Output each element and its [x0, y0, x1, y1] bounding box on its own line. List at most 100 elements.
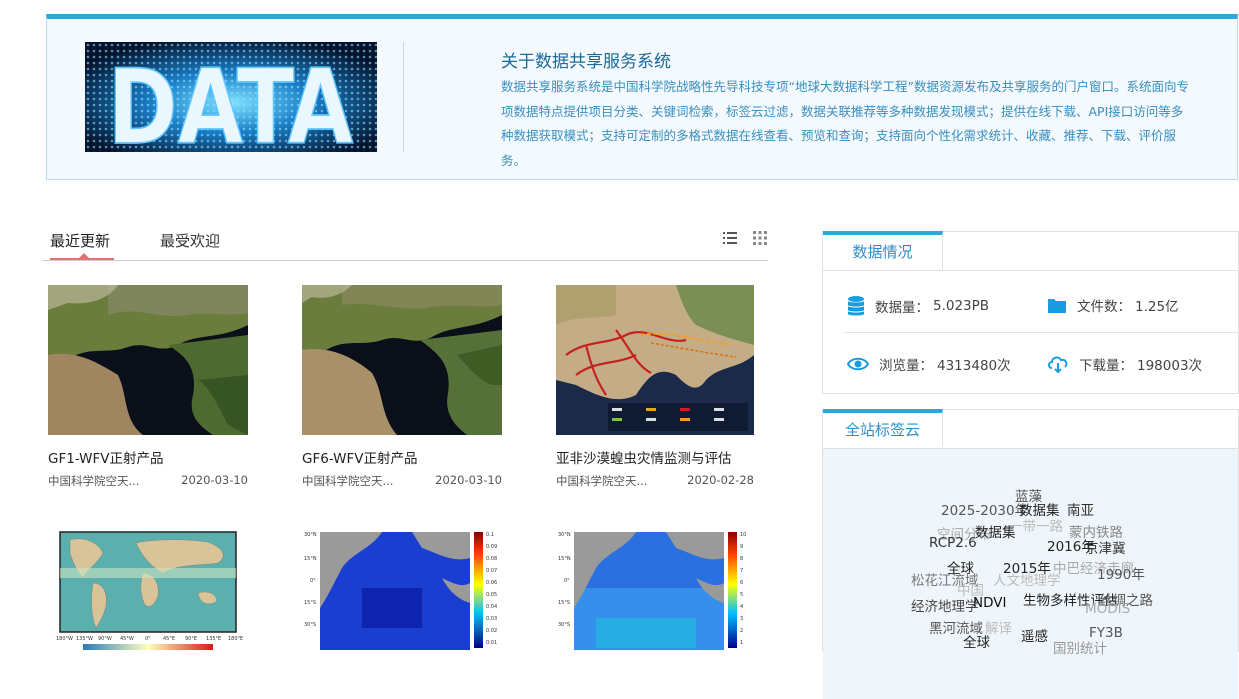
ocean-map-thumbnail: 30°N 15°N 0° 15°S 30°S 0.1 0.09 0.08 0.0… — [302, 528, 502, 652]
dataset-card[interactable]: 30°N 15°N 0° 15°S 30°S 0.1 0.09 0.08 0.0… — [302, 528, 502, 652]
scale-label: 4 — [740, 604, 743, 610]
stat-label: 文件数： — [1077, 299, 1131, 315]
stat-file-count: 文件数： 1.25亿 — [1047, 295, 1179, 315]
dataset-date: 2020-03-10 — [181, 473, 248, 487]
tab-popular[interactable]: 最受欢迎 — [160, 230, 220, 251]
dataset-thumbnail[interactable]: 180°W 135°W 90°W 45°W 0° 45°E 90°E 135°E… — [48, 528, 248, 652]
dataset-tabs: 最近更新 最受欢迎 — [42, 222, 768, 261]
dataset-card[interactable]: 亚非沙漠蝗虫灾情监测与评估 中国科学院空天... 2020-02-28 — [556, 285, 754, 489]
tag-cloud: 蓝藻 2025-2030年 数据集 南亚 空间分布 一带一路 数据集 蒙内铁路 … — [823, 449, 1238, 699]
stat-value: 1.25亿 — [1135, 299, 1179, 315]
dataset-org: 中国科学院空天... — [302, 474, 394, 488]
list-view-icon[interactable] — [722, 230, 738, 246]
dataset-thumbnail[interactable]: 30°N 15°N 0° 15°S 30°S 0.1 0.09 0.08 0.0… — [302, 528, 502, 652]
stat-downloads: 下载量： 198003次 — [1047, 354, 1202, 374]
lat-label: 30°S — [304, 622, 316, 628]
lon-label: 45°W — [120, 636, 134, 642]
tag-cloud-item[interactable]: NDVI — [973, 595, 1006, 611]
dataset-thumbnail[interactable] — [48, 285, 248, 435]
lat-label: 30°N — [558, 532, 571, 538]
tab-active-caret — [79, 253, 89, 258]
lat-label: 0° — [564, 578, 570, 584]
ocean-chlorophyll-thumbnail: 30°N 15°N 0° 15°S 30°S 10 9 8 7 6 5 4 3 … — [556, 528, 756, 652]
tag-cloud-item[interactable]: 数据集 — [975, 521, 1016, 541]
dataset-thumbnail[interactable] — [302, 285, 502, 435]
dataset-thumbnail[interactable]: 30°N 15°N 0° 15°S 30°S 10 9 8 7 6 5 4 3 … — [556, 528, 756, 652]
lon-label: 180°W — [56, 636, 73, 642]
stats-panel-header: 数据情况 — [823, 231, 1238, 271]
tag-cloud-item[interactable]: 全球 — [963, 631, 990, 651]
dataset-title[interactable]: GF1-WFV正射产品 — [48, 447, 248, 467]
lat-label: 30°S — [558, 622, 570, 628]
satellite-map-thumbnail — [48, 285, 248, 435]
tag-cloud-item[interactable]: 京津冀 — [1085, 537, 1126, 557]
tab-active-indicator — [50, 258, 114, 260]
lat-label: 0° — [310, 578, 316, 584]
stats-panel: 数据情况 数据量： 5.023PB 文件数： 1.25亿 浏览量： 431348… — [822, 231, 1239, 394]
dataset-card[interactable]: 180°W 135°W 90°W 45°W 0° 45°E 90°E 135°E… — [48, 528, 248, 652]
stat-value: 5.023PB — [933, 298, 990, 314]
dataset-meta: 中国科学院空天... 2020-03-10 — [48, 473, 248, 489]
tag-cloud-header: 全站标签云 — [823, 409, 1238, 449]
scale-label: 9 — [740, 544, 743, 550]
tag-cloud-item[interactable]: 南亚 — [1067, 499, 1094, 519]
tag-cloud-panel: 全站标签云 蓝藻 2025-2030年 数据集 南亚 空间分布 一带一路 数据集… — [822, 409, 1239, 699]
scale-label: 0.02 — [486, 628, 497, 634]
dataset-meta: 中国科学院空天... 2020-02-28 — [556, 473, 754, 489]
satellite-map-thumbnail — [302, 285, 502, 435]
scale-label: 3 — [740, 616, 743, 622]
world-map-thumbnail: 180°W 135°W 90°W 45°W 0° 45°E 90°E 135°E… — [48, 528, 248, 652]
dataset-org: 中国科学院空天... — [48, 474, 140, 488]
stat-value: 198003次 — [1137, 358, 1203, 374]
scale-label: 0.09 — [486, 544, 497, 550]
grid-view-icon[interactable] — [752, 230, 768, 246]
lat-label: 30°N — [304, 532, 317, 538]
stat-views: 浏览量： 4313480次 — [847, 354, 1011, 374]
tag-cloud-item[interactable]: 1990年 — [1097, 563, 1145, 583]
data-banner-text: DATA — [107, 48, 353, 152]
lat-label: 15°N — [558, 556, 571, 562]
lon-label: 0° — [145, 636, 151, 642]
stat-label: 下载量： — [1079, 358, 1133, 374]
cloud-download-icon — [1048, 356, 1068, 374]
intro-title: 关于数据共享服务系统 — [501, 52, 671, 72]
scale-label: 0.08 — [486, 556, 497, 562]
scale-label: 10 — [740, 532, 746, 538]
tab-recent[interactable]: 最近更新 — [50, 230, 110, 251]
dataset-card[interactable]: GF6-WFV正射产品 中国科学院空天... 2020-03-10 — [302, 285, 502, 489]
database-icon — [848, 296, 864, 316]
scale-label: 0.04 — [486, 604, 497, 610]
scale-label: 2 — [740, 628, 743, 634]
stat-label: 数据量： — [875, 300, 929, 316]
dataset-title[interactable]: GF6-WFV正射产品 — [302, 447, 502, 467]
tag-cloud-item[interactable]: MODIS — [1085, 601, 1130, 617]
tag-cloud-item[interactable]: RCP2.6 — [929, 535, 977, 551]
tag-cloud-title: 全站标签云 — [823, 409, 943, 447]
tag-cloud-item[interactable]: 遥感 — [1021, 625, 1048, 645]
lat-label: 15°N — [304, 556, 317, 562]
dataset-card[interactable]: 30°N 15°N 0° 15°S 30°S 10 9 8 7 6 5 4 3 … — [556, 528, 756, 652]
lon-label: 45°E — [163, 636, 175, 642]
dataset-card[interactable]: GF1-WFV正射产品 中国科学院空天... 2020-03-10 — [48, 285, 248, 489]
tag-cloud-item[interactable]: 一带一路 — [1009, 515, 1063, 535]
scale-label: 0.01 — [486, 640, 497, 646]
scale-label: 0.05 — [486, 592, 497, 598]
data-banner-graphic: DATA — [85, 42, 377, 152]
dataset-thumbnail[interactable] — [556, 285, 754, 435]
tag-cloud-item[interactable]: 人文地理学 — [993, 569, 1061, 589]
stats-panel-title: 数据情况 — [823, 231, 943, 269]
tag-cloud-item[interactable]: 国别统计 — [1053, 637, 1107, 657]
tag-cloud-item[interactable]: 经济地理学 — [911, 595, 979, 615]
scale-label: 6 — [740, 580, 743, 586]
stats-divider — [843, 332, 1238, 333]
lon-label: 180°E — [228, 636, 243, 642]
lon-label: 90°W — [98, 636, 112, 642]
scale-label: 0.07 — [486, 568, 497, 574]
dataset-org: 中国科学院空天... — [556, 474, 648, 488]
dataset-date: 2020-03-10 — [435, 473, 502, 487]
intro-description: 数据共享服务系统是中国科学院战略性先导科技专项“地球大数据科学工程”数据资源发布… — [501, 79, 1189, 168]
dataset-meta: 中国科学院空天... 2020-03-10 — [302, 473, 502, 489]
scale-label: 0.1 — [486, 532, 494, 538]
eye-icon — [847, 357, 869, 371]
dataset-title[interactable]: 亚非沙漠蝗虫灾情监测与评估 — [556, 447, 754, 467]
